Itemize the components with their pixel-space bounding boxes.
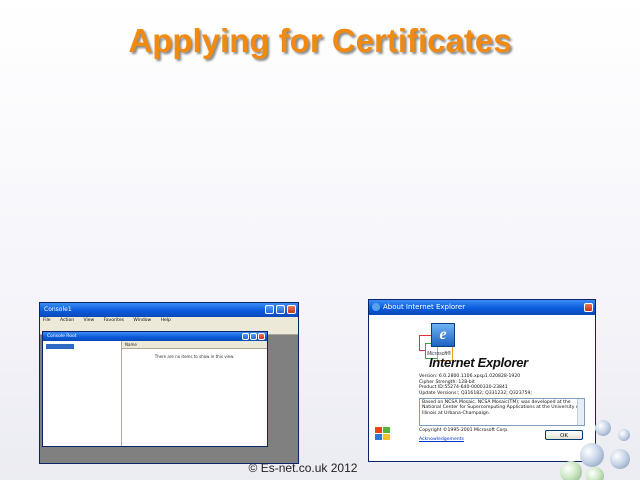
menu-window[interactable]: Window	[133, 318, 151, 323]
windows-flag-icon	[375, 427, 391, 441]
child-close-icon[interactable]	[258, 333, 265, 340]
ie-e-icon: e	[431, 323, 455, 347]
slide-footer: © Es-net.co.uk 2012	[248, 461, 358, 475]
mmc-menu-bar: File Action View Favorites Window Help	[40, 317, 298, 325]
menu-file[interactable]: File	[43, 318, 51, 323]
empty-list-message: There are no items to show in this view.	[154, 354, 235, 359]
flag-blue	[375, 434, 382, 440]
ie-title-icon	[372, 303, 380, 311]
close-icon[interactable]	[287, 305, 296, 314]
version-line: Version: 6.0.2800.1106.xpsp1.020828-1920	[419, 374, 521, 379]
slide-title: Applying for Certificates	[128, 22, 512, 59]
console-tree-pane	[43, 341, 122, 446]
mmc-console-screenshot: Console1 File Action View Favorites Wind…	[39, 302, 299, 464]
acknowledgements-link[interactable]: Acknowledgements	[419, 437, 464, 442]
menu-help[interactable]: Help	[161, 318, 171, 323]
product-name: Internet Explorer	[429, 355, 528, 370]
console-root-title: Console Root	[47, 334, 77, 339]
child-minimize-icon[interactable]	[242, 333, 249, 340]
bubble	[595, 420, 611, 436]
update-versions-line: Update Versions:; Q316182; Q331232; Q323…	[419, 390, 532, 396]
child-maximize-icon[interactable]	[250, 333, 257, 340]
copyright-text: Copyright ©1995-2001 Microsoft Corp.	[419, 428, 509, 433]
about-ie-window-title: About Internet Explorer	[383, 303, 466, 311]
console-root-title-bar: Console Root	[43, 332, 267, 341]
close-icon[interactable]	[584, 303, 593, 312]
column-header-name[interactable]: Name	[122, 341, 267, 349]
tree-item-console-root[interactable]	[46, 344, 74, 349]
mmc-window-title: Console1	[44, 306, 72, 313]
menu-action[interactable]: Action	[60, 318, 74, 323]
version-info: Version: 6.0.2800.1106.xpsp1.020828-1920…	[419, 374, 532, 396]
flag-green	[383, 427, 390, 433]
minimize-icon[interactable]	[265, 305, 274, 314]
bubble	[610, 449, 630, 469]
menu-favorites[interactable]: Favorites	[104, 318, 124, 323]
flag-red	[375, 427, 382, 433]
console-root-window: Console Root Name There are no items to …	[42, 331, 268, 447]
maximize-icon[interactable]	[276, 305, 285, 314]
mmc-title-bar: Console1	[40, 303, 298, 317]
bubble	[618, 429, 630, 441]
menu-view[interactable]: View	[84, 318, 95, 323]
about-ie-title-bar: About Internet Explorer	[369, 300, 595, 315]
flag-yellow	[383, 434, 390, 440]
